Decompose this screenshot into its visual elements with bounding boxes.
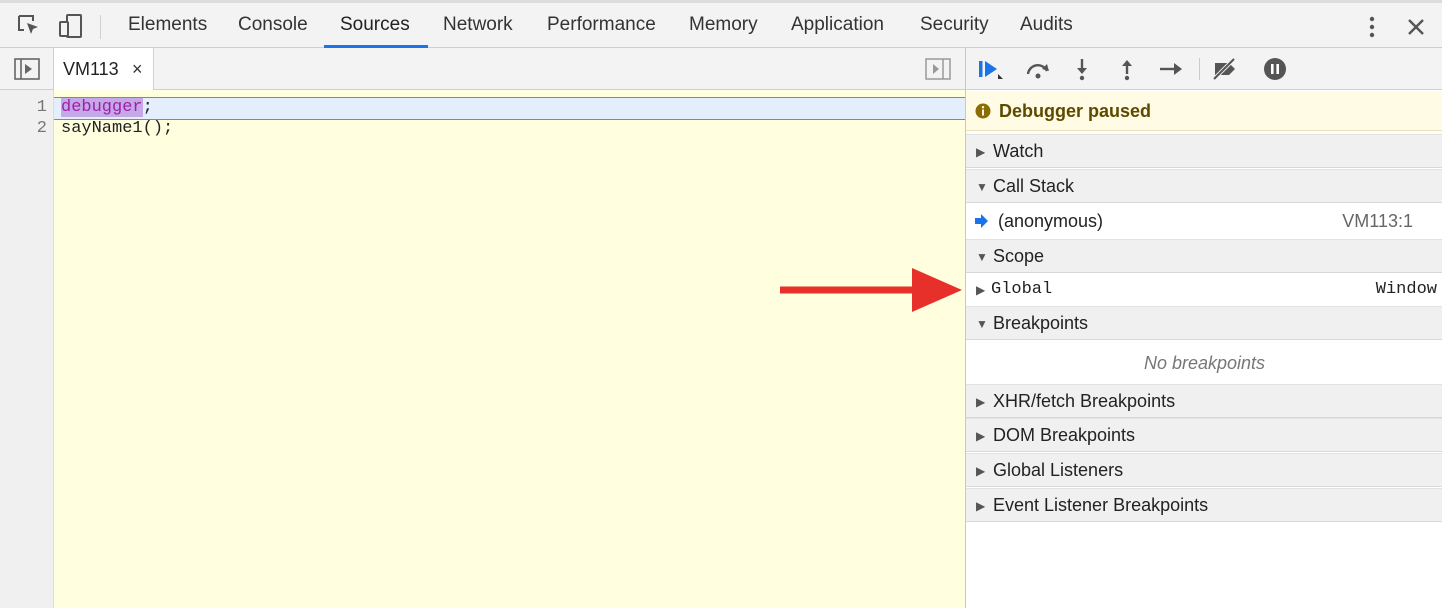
code-editor[interactable]: debugger; sayName1(); <box>54 90 965 608</box>
debugger-paused-banner: Debugger paused <box>966 91 1442 131</box>
debugger-toolbar <box>966 48 1442 90</box>
scope-value: Window <box>1375 280 1437 299</box>
section-label: DOM Breakpoints <box>993 425 1136 445</box>
more-options-icon[interactable] <box>1364 13 1380 41</box>
tab-security[interactable]: Security <box>920 3 989 47</box>
section-label: Watch <box>993 141 1044 161</box>
toolbar-divider <box>1199 58 1200 80</box>
toggle-debugger-sidebar-icon[interactable] <box>925 58 951 80</box>
expanded-triangle-icon: ▼ <box>976 317 988 331</box>
code-line[interactable]: sayName1(); <box>61 119 173 138</box>
debugger-sidebar: Debugger paused ▶ Watch ▼ Call Stack (an… <box>965 48 1442 608</box>
collapsed-triangle-icon: ▶ <box>976 395 986 409</box>
step-icon[interactable] <box>1157 57 1185 81</box>
breakpoints-section-header[interactable]: ▼ Breakpoints <box>966 306 1442 340</box>
debugger-keyword: debugger <box>61 98 143 117</box>
no-breakpoints-text: No breakpoints <box>1143 353 1266 373</box>
line-number[interactable]: 2 <box>37 119 47 138</box>
scope-global-row[interactable]: ▶ Global Window <box>966 274 1442 306</box>
paused-execution-line <box>54 97 965 120</box>
section-label: Global Listeners <box>993 460 1124 480</box>
watch-section-header[interactable]: ▶ Watch <box>966 134 1442 168</box>
section-label: XHR/fetch Breakpoints <box>993 391 1176 411</box>
collapsed-triangle-icon: ▶ <box>976 283 986 297</box>
toolbar-divider <box>100 15 101 39</box>
call-stack-section-header[interactable]: ▼ Call Stack <box>966 169 1442 203</box>
tab-network[interactable]: Network <box>443 3 513 47</box>
inspect-element-icon[interactable] <box>16 13 42 39</box>
section-label: Scope <box>993 246 1045 266</box>
step-out-icon[interactable] <box>1113 57 1141 81</box>
event-listener-breakpoints-section-header[interactable]: ▶ Event Listener Breakpoints <box>966 488 1442 522</box>
call-frame-name: (anonymous) <box>998 211 1104 231</box>
pause-on-exceptions-icon[interactable] <box>1261 57 1289 81</box>
deactivate-breakpoints-icon[interactable] <box>1211 57 1239 81</box>
call-frame-location[interactable]: VM113:1 <box>1342 204 1413 238</box>
tab-audits[interactable]: Audits <box>1020 3 1073 47</box>
collapsed-triangle-icon: ▶ <box>976 464 986 478</box>
section-label: Event Listener Breakpoints <box>993 495 1209 515</box>
section-label: Breakpoints <box>993 313 1089 333</box>
expanded-triangle-icon: ▼ <box>976 180 988 194</box>
code-line[interactable]: debugger; <box>61 98 153 117</box>
collapsed-triangle-icon: ▶ <box>976 145 986 159</box>
code-text: ; <box>142 98 153 117</box>
scope-section-header[interactable]: ▼ Scope <box>966 239 1442 273</box>
step-into-icon[interactable] <box>1068 57 1096 81</box>
paused-status-text: Debugger paused <box>999 101 1152 121</box>
device-toolbar-icon[interactable] <box>58 13 84 39</box>
close-devtools-icon[interactable] <box>1402 13 1430 41</box>
red-annotation-arrow-icon <box>780 268 962 312</box>
file-tab-vm113[interactable]: VM113 × <box>54 48 154 91</box>
toggle-navigator-icon[interactable] <box>14 57 40 81</box>
current-frame-arrow-icon <box>975 214 988 228</box>
tab-elements[interactable]: Elements <box>128 3 207 47</box>
tab-sources[interactable]: Sources <box>340 3 410 47</box>
scope-name: Global <box>991 280 1053 299</box>
tab-application[interactable]: Application <box>791 3 884 47</box>
tab-console[interactable]: Console <box>238 3 308 47</box>
line-number[interactable]: 1 <box>37 98 47 117</box>
devtools-tab-bar: Elements Console Sources Network Perform… <box>0 0 1442 48</box>
collapsed-triangle-icon: ▶ <box>976 499 986 513</box>
file-tab-name: VM113 <box>63 59 119 79</box>
line-number-gutter[interactable]: 1 2 <box>0 90 54 608</box>
tab-performance[interactable]: Performance <box>547 3 656 47</box>
editor-tab-bar: VM113 × <box>0 48 965 91</box>
xhr-breakpoints-section-header[interactable]: ▶ XHR/fetch Breakpoints <box>966 384 1442 418</box>
dom-breakpoints-section-header[interactable]: ▶ DOM Breakpoints <box>966 418 1442 452</box>
sources-editor-panel: VM113 × 1 2 debugger; sayName1(); <box>0 48 965 608</box>
info-icon <box>975 103 991 119</box>
call-frame-row[interactable]: (anonymous) VM113:1 <box>966 204 1442 239</box>
resume-icon[interactable] <box>976 57 1004 81</box>
close-file-tab-icon[interactable]: × <box>132 48 143 90</box>
global-listeners-section-header[interactable]: ▶ Global Listeners <box>966 453 1442 487</box>
step-over-icon[interactable] <box>1024 57 1052 81</box>
section-label: Call Stack <box>993 176 1075 196</box>
tab-memory[interactable]: Memory <box>689 3 758 47</box>
collapsed-triangle-icon: ▶ <box>976 429 986 443</box>
expanded-triangle-icon: ▼ <box>976 250 988 264</box>
